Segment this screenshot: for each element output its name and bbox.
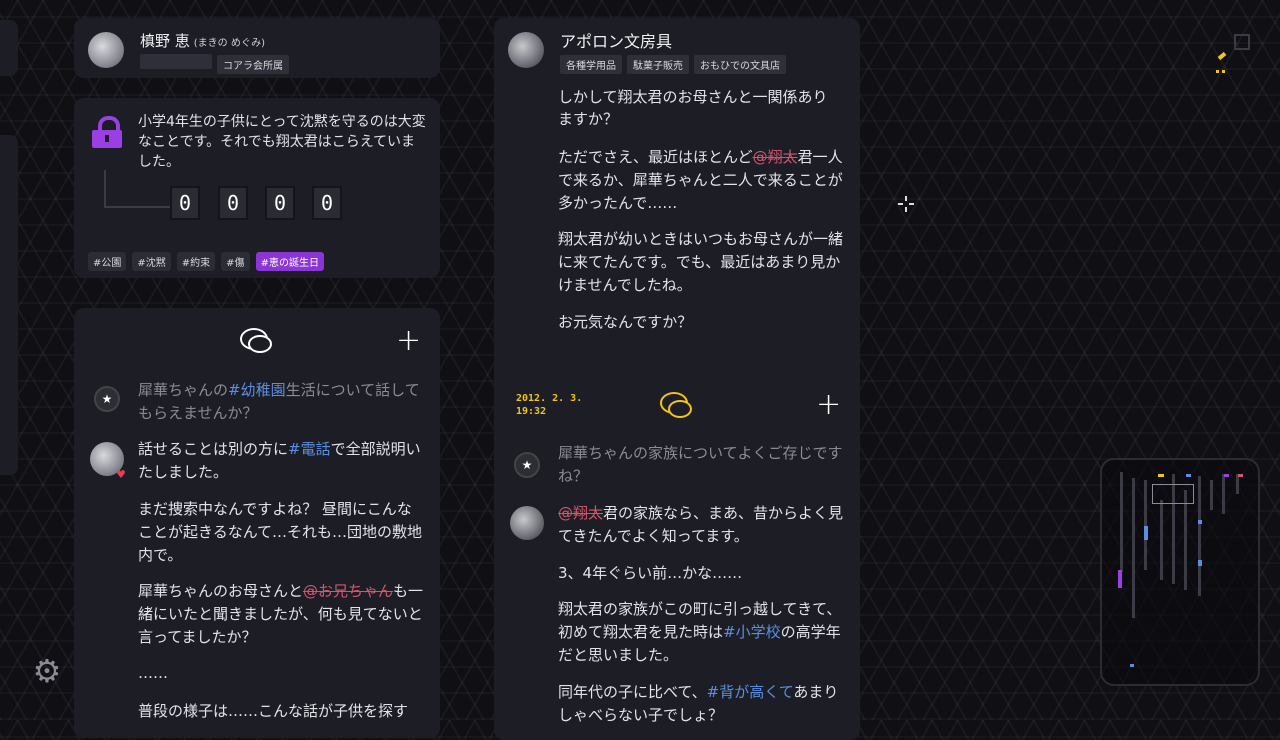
profile-tag: 駄菓子販売 — [627, 55, 689, 74]
mention-link[interactable]: @翔太 — [753, 148, 798, 166]
message-text: お元気なんですか？ — [558, 313, 693, 331]
message-part: 犀華ちゃんのお母さんと — [138, 582, 304, 600]
minimap-marker — [1158, 474, 1164, 477]
minimap-viewport — [1152, 484, 1194, 504]
hashtag-link[interactable]: #幼稚園 — [228, 381, 286, 399]
minimap-line — [1184, 490, 1187, 590]
minimap-marker — [1118, 570, 1122, 588]
code-digit[interactable]: 0 — [312, 186, 342, 220]
hashtag[interactable]: #沈黙 — [132, 252, 171, 271]
minimap-marker — [1186, 474, 1191, 477]
answer-part: 話せることは別の方に — [138, 440, 289, 458]
profile-tag: おもひでの文具店 — [694, 55, 786, 74]
hashtag-row: #公園 #沈黙 #約束 #傷 #恵の誕生日 — [88, 251, 330, 271]
puzzle-wire — [104, 170, 176, 208]
profile-name-text: 槙野 恵 — [140, 32, 190, 50]
question-text: 犀華ちゃんの#幼稚園生活について話してもらえませんか？ — [138, 379, 424, 425]
profile-tag-blank — [140, 54, 212, 69]
chat-bubble-icon-active[interactable] — [660, 392, 692, 418]
profile-reading: (まきの めぐみ) — [193, 38, 266, 49]
shopkeeper-avatar — [508, 32, 544, 68]
police-badge-icon: ★ — [514, 452, 540, 478]
puzzle-card: 小学4年生の子供にとって沈黙を守るのは大変なことです。それでも翔太君はこらえてい… — [74, 98, 440, 278]
chat-bubble-icon[interactable] — [240, 328, 272, 353]
mention-link[interactable]: @お兄ちゃん — [303, 582, 393, 600]
message-part: 同年代の子に比べて、 — [558, 683, 707, 701]
minimap-marker — [1198, 560, 1202, 566]
message-text: 3、4年ぐらい前…かな…… — [558, 564, 743, 582]
minimap-line — [1198, 476, 1201, 596]
minimap-line — [1120, 472, 1123, 572]
timestamp-date: 2012. 2. 3. — [516, 393, 583, 404]
minimap-marker — [1224, 474, 1229, 477]
message-text: ますか？ — [558, 110, 619, 128]
timestamp: 2012. 2. 3. 19:32 — [516, 392, 582, 418]
message-part: ただでさえ、最近はほとんど — [558, 148, 753, 166]
profile-tags: コアラ会所属 — [140, 54, 294, 74]
police-badge-icon: ★ — [94, 386, 120, 412]
question-text: 犀華ちゃんの家族についてよくご存じですね？ — [558, 444, 843, 485]
profile-tag: 各種学用品 — [560, 55, 622, 74]
mention-link[interactable]: @翔太 — [558, 504, 603, 522]
profile-name: アポロン文房具 — [560, 32, 673, 51]
makino-avatar — [88, 32, 124, 68]
add-button[interactable]: + — [816, 390, 841, 420]
timestamp-time: 19:32 — [516, 406, 547, 417]
hashtag[interactable]: #約束 — [176, 252, 216, 271]
shopkeeper-avatar — [510, 506, 544, 540]
code-digit[interactable]: 0 — [265, 186, 295, 220]
minimap-marker — [1144, 526, 1148, 540]
message-text: 同年代の子に比べて、#背が高くてあまりしゃべらない子でしょ？ — [558, 681, 846, 727]
hashtag[interactable]: #公園 — [88, 252, 127, 271]
minimap-marker — [1130, 664, 1134, 667]
message-text: 翔太君が幼いときはいつもお母さんが一緒に来てたんです。でも、最近はあまり見かけま… — [558, 230, 844, 294]
message-text: …… — [138, 664, 168, 682]
right-profile-card[interactable]: アポロン文房具 各種学用品 駄菓子販売 おもひでの文具店 — [494, 18, 860, 78]
left-profile-card[interactable]: 槙野 恵 (まきの めぐみ) コアラ会所属 — [74, 18, 440, 78]
minimap-line — [1144, 480, 1147, 570]
hashtag-selected[interactable]: #恵の誕生日 — [255, 252, 324, 271]
profile-name: 槙野 恵 (まきの めぐみ) — [140, 30, 265, 51]
profile-tag: コアラ会所属 — [217, 55, 289, 74]
lock-icon[interactable] — [92, 116, 122, 148]
settings-gear-icon[interactable]: ⚙ — [30, 654, 64, 688]
left-edge-fragment — [0, 135, 18, 475]
message-text: ただでさえ、最近はほとんど@翔太君一人で来るか、犀華ちゃんと二人で来ることが多か… — [558, 146, 846, 215]
hashtag-link[interactable]: #小学校 — [723, 623, 781, 641]
heart-icon: ♥ — [116, 468, 126, 481]
hashtag-link[interactable]: #電話 — [288, 440, 331, 458]
minimap-line — [1236, 474, 1239, 494]
message-text: しかして翔太君のお母さんと一関係あり — [558, 88, 828, 106]
minimap-marker — [1238, 474, 1243, 477]
right-chat-panel: しかして翔太君のお母さんと一関係あり ますか？ ただでさえ、最近はほとんど@翔太… — [494, 60, 860, 740]
question-part: 犀華ちゃんの — [138, 381, 229, 399]
puzzle-text: 小学4年生の子供にとって沈黙を守るのは大変なことです。それでも翔太君はこらえてい… — [138, 114, 426, 170]
hashtag-link[interactable]: #背が高くて — [707, 683, 794, 701]
left-edge-fragment — [0, 20, 18, 76]
answer-text: @翔太君の家族なら、まあ、昔からよく見てきたんでよく知ってます。 — [558, 502, 846, 548]
notification-icon[interactable] — [1212, 34, 1252, 74]
message-text: まだ捜索中なんですよね？ 昼間にこんなことが起きるなんて…それも…団地の敷地内で… — [138, 500, 422, 564]
crosshair-cursor-icon — [898, 196, 914, 212]
message-text: 犀華ちゃんのお母さんと@お兄ちゃんも一緒にいたと聞きましたが、何も見てないと言っ… — [138, 580, 424, 649]
minimap-line — [1132, 478, 1135, 618]
code-digit[interactable]: 0 — [170, 186, 200, 220]
minimap-line — [1210, 480, 1213, 510]
minimap-marker — [1198, 520, 1202, 524]
code-digit[interactable]: 0 — [218, 186, 248, 220]
minimap-line — [1222, 474, 1225, 514]
profile-tags: 各種学用品 駄菓子販売 おもひでの文具店 — [560, 54, 791, 74]
minimap-line — [1160, 500, 1163, 580]
hashtag[interactable]: #傷 — [221, 252, 250, 271]
left-chat-panel: + ★ 犀華ちゃんの#幼稚園生活について話してもらえませんか？ ♥ 話せることは… — [74, 308, 440, 738]
message-text: 翔太君の家族がこの町に引っ越してきて、初めて翔太君を見た時は#小学校の高学年だと… — [558, 598, 846, 667]
add-button[interactable]: + — [396, 326, 421, 356]
answer-text: 話せることは別の方に#電話で全部説明いたしました。 — [138, 438, 424, 484]
minimap[interactable] — [1100, 458, 1260, 686]
